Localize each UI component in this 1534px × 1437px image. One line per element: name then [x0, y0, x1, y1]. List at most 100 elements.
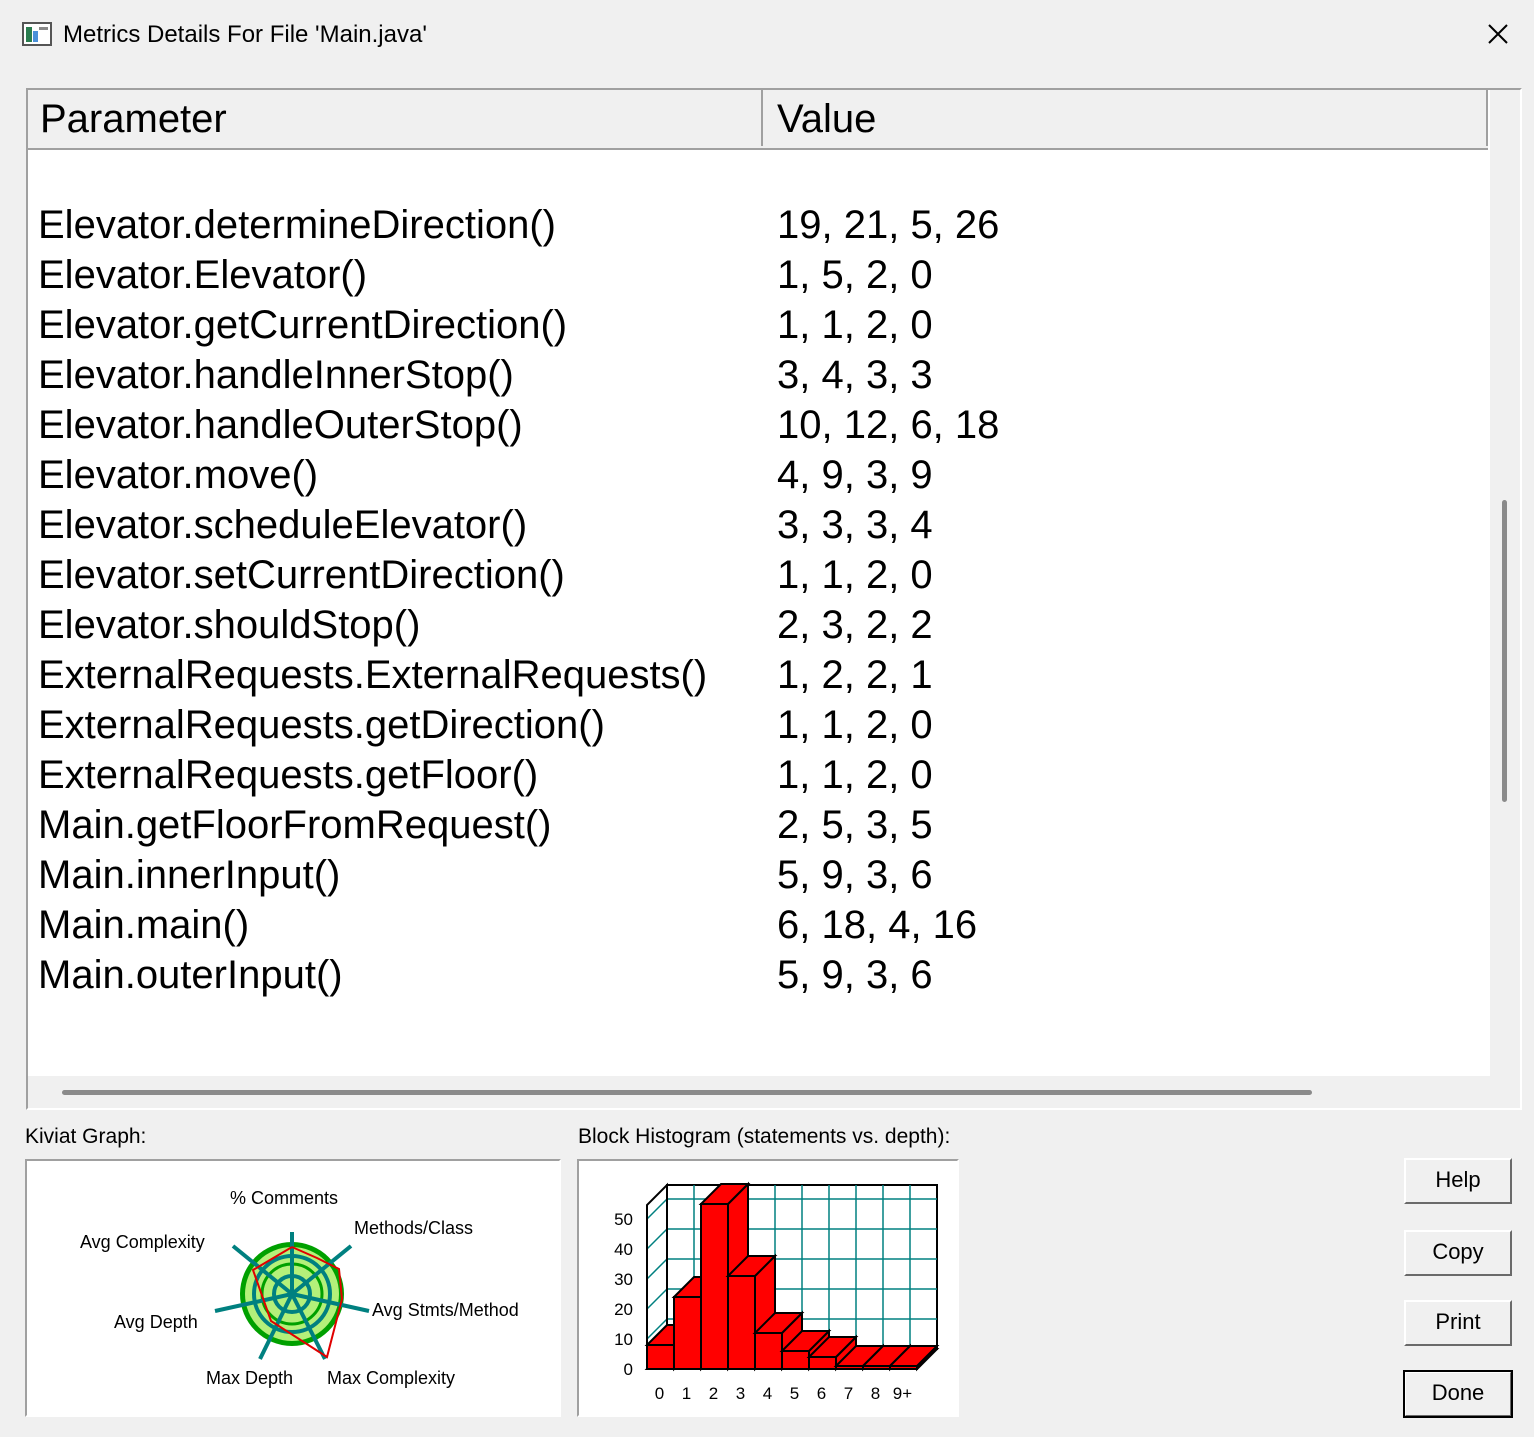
- histogram-bar: [781, 1350, 810, 1370]
- parameter-cell: Elevator.scheduleElevator(): [38, 503, 528, 547]
- histogram-bar: [889, 1365, 918, 1370]
- histogram-x-tick: 9+: [893, 1384, 912, 1403]
- kiviat-axis-methods-class: Methods/Class: [354, 1218, 473, 1238]
- value-cell: 3, 4, 3, 3: [777, 353, 933, 397]
- vertical-scroll-thumb[interactable]: [1502, 500, 1507, 802]
- horizontal-scroll-thumb[interactable]: [62, 1090, 1312, 1095]
- print-button[interactable]: Print: [1404, 1300, 1512, 1346]
- histogram-x-tick: 8: [871, 1384, 880, 1403]
- list-item[interactable]: Elevator.scheduleElevator() 3, 3, 3, 4: [28, 500, 1488, 550]
- histogram-bar: [835, 1365, 864, 1370]
- histogram-y-tick: 10: [614, 1330, 633, 1349]
- value-cell: 1, 1, 2, 0: [777, 553, 933, 597]
- list-item[interactable]: Main.main() 6, 18, 4, 16: [28, 900, 1488, 950]
- parameter-cell: Elevator.Elevator(): [38, 253, 368, 297]
- histogram-x-tick: 0: [655, 1384, 664, 1403]
- vertical-scrollbar[interactable]: [1490, 90, 1520, 1076]
- kiviat-axis-max-complexity: Max Complexity: [327, 1368, 455, 1388]
- parameter-cell: Elevator.getCurrentDirection(): [38, 303, 568, 347]
- list-item[interactable]: Elevator.shouldStop() 2, 3, 2, 2: [28, 600, 1488, 650]
- histogram-y-tick: 20: [614, 1300, 633, 1319]
- parameter-cell: Elevator.shouldStop(): [38, 603, 421, 647]
- app-icon: [22, 22, 52, 46]
- kiviat-axis-max-depth: Max Depth: [206, 1368, 293, 1388]
- value-cell: 19, 21, 5, 26: [777, 203, 1000, 247]
- value-cell: 2, 5, 3, 5: [777, 803, 933, 847]
- histogram-grid-side: [646, 1288, 668, 1310]
- kiviat-graph-label: Kiviat Graph:: [25, 1125, 147, 1148]
- parameter-cell: Elevator.handleOuterStop(): [38, 403, 523, 447]
- histogram-y-tick: 50: [614, 1210, 633, 1229]
- histogram-grid-side: [646, 1258, 668, 1280]
- value-cell: 1, 5, 2, 0: [777, 253, 933, 297]
- list-item[interactable]: Main.outerInput() 5, 9, 3, 6: [28, 950, 1488, 1000]
- close-icon: [1488, 24, 1508, 44]
- list-item[interactable]: ExternalRequests.ExternalRequests() 1, 2,…: [28, 650, 1488, 700]
- value-cell: 6, 18, 4, 16: [777, 903, 978, 947]
- value-cell: 5, 9, 3, 6: [777, 853, 933, 897]
- column-header-parameter[interactable]: Parameter: [28, 90, 763, 146]
- scroll-corner: [1490, 1076, 1520, 1108]
- list-item[interactable]: Elevator.Elevator() 1, 5, 2, 0: [28, 250, 1488, 300]
- histogram-x-tick: 3: [736, 1384, 745, 1403]
- copy-button[interactable]: Copy: [1404, 1230, 1512, 1276]
- kiviat-axis-avg-complexity: Avg Complexity: [80, 1232, 205, 1252]
- list-item[interactable]: ExternalRequests.getFloor() 1, 1, 2, 0: [28, 750, 1488, 800]
- list-item[interactable]: Elevator.getCurrentDirection() 1, 1, 2, 0: [28, 300, 1488, 350]
- list-rows: Elevator.determineDirection() 19, 21, 5, …: [28, 200, 1488, 1000]
- block-histogram-label: Block Histogram (statements vs. depth):: [578, 1125, 951, 1148]
- list-item[interactable]: Main.getFloorFromRequest() 2, 5, 3, 5: [28, 800, 1488, 850]
- list-header: Parameter Value: [28, 90, 1488, 150]
- value-cell: 1, 1, 2, 0: [777, 303, 933, 347]
- parameter-cell: ExternalRequests.getFloor(): [38, 753, 539, 797]
- histogram-bar: [673, 1296, 702, 1370]
- window-title: Metrics Details For File 'Main.java': [63, 21, 427, 48]
- histogram-y-tick: 40: [614, 1240, 633, 1259]
- close-button[interactable]: [1474, 12, 1522, 56]
- parameter-cell: ExternalRequests.getDirection(): [38, 703, 605, 747]
- list-item[interactable]: ExternalRequests.getDirection() 1, 1, 2, …: [28, 700, 1488, 750]
- list-item[interactable]: Elevator.move() 4, 9, 3, 9: [28, 450, 1488, 500]
- parameter-cell: Elevator.setCurrentDirection(): [38, 553, 565, 597]
- list-item[interactable]: Elevator.setCurrentDirection() 1, 1, 2, 0: [28, 550, 1488, 600]
- histogram-x-tick: 6: [817, 1384, 826, 1403]
- parameter-cell: Elevator.move(): [38, 453, 319, 497]
- histogram-bar: [808, 1356, 837, 1370]
- list-item[interactable]: Elevator.handleInnerStop() 3, 4, 3, 3: [28, 350, 1488, 400]
- done-button[interactable]: Done: [1403, 1370, 1513, 1418]
- metrics-list[interactable]: Parameter Value Elevator.determineDirect…: [26, 88, 1522, 1110]
- histogram-bar: [727, 1275, 756, 1370]
- kiviat-axis-avg-stmts: Avg Stmts/Method: [372, 1300, 519, 1320]
- histogram-x-tick: 2: [709, 1384, 718, 1403]
- title-bar: Metrics Details For File 'Main.java': [0, 0, 1534, 66]
- histogram-grid-side: [646, 1228, 668, 1250]
- histogram-x-tick: 1: [682, 1384, 691, 1403]
- histogram-chart: 010203040500 1 2 3 4 5 6 7 8 9+: [614, 1181, 940, 1403]
- horizontal-scrollbar[interactable]: [28, 1076, 1490, 1108]
- value-cell: 3, 3, 3, 4: [777, 503, 933, 547]
- histogram-bar: [862, 1365, 891, 1370]
- histogram-bar: [700, 1203, 729, 1370]
- value-cell: 4, 9, 3, 9: [777, 453, 933, 497]
- list-item[interactable]: Main.innerInput() 5, 9, 3, 6: [28, 850, 1488, 900]
- list-item[interactable]: Elevator.determineDirection() 19, 21, 5, …: [28, 200, 1488, 250]
- parameter-cell: Elevator.handleInnerStop(): [38, 353, 514, 397]
- histogram-y-tick: 30: [614, 1270, 633, 1289]
- help-button[interactable]: Help: [1404, 1158, 1512, 1204]
- value-cell: 5, 9, 3, 6: [777, 953, 933, 997]
- histogram-x-tick: 4: [763, 1384, 772, 1403]
- parameter-cell: Main.innerInput(): [38, 853, 341, 897]
- kiviat-axis-comments: % Comments: [230, 1188, 338, 1208]
- kiviat-plot: [214, 1232, 370, 1360]
- histogram-bar: [646, 1344, 675, 1370]
- parameter-cell: Main.main(): [38, 903, 250, 947]
- column-header-value[interactable]: Value: [765, 90, 1488, 146]
- value-cell: 1, 1, 2, 0: [777, 753, 933, 797]
- kiviat-axis-avg-depth: Avg Depth: [114, 1312, 198, 1332]
- block-histogram: 0 10 20 30 40 50 0 1 2 3 4 5 6 7 8 9+: [577, 1159, 959, 1417]
- histogram-x-tick: 7: [844, 1384, 853, 1403]
- list-item[interactable]: Elevator.handleOuterStop() 10, 12, 6, 18: [28, 400, 1488, 450]
- histogram-y-tick: 0: [624, 1360, 633, 1379]
- parameter-cell: ExternalRequests.ExternalRequests(): [38, 653, 708, 697]
- histogram-bar: [754, 1332, 783, 1370]
